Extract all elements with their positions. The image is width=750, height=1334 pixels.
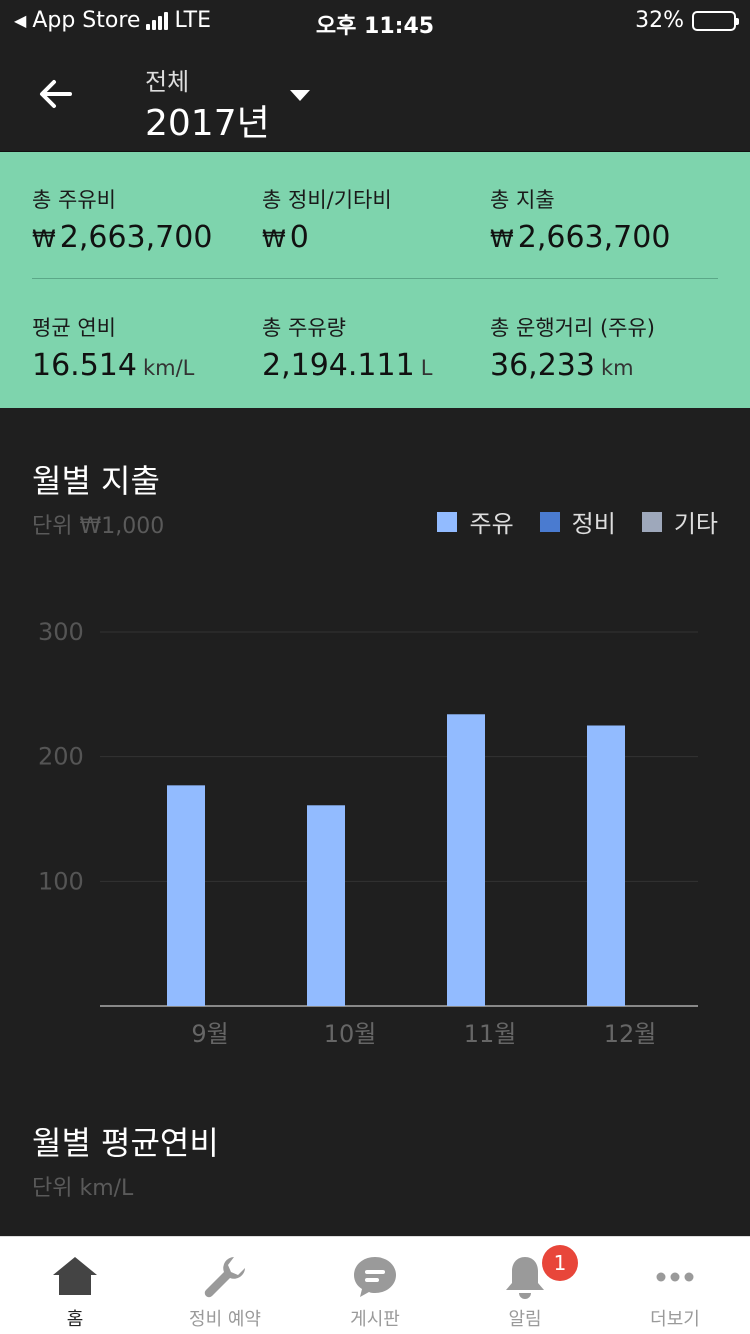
stat-number: 36,233 — [490, 348, 595, 383]
currency-symbol: ₩ — [32, 225, 56, 253]
legend-item-other[interactable]: 기타 — [641, 504, 718, 539]
stat-value: 36,233 km — [490, 348, 655, 383]
x-tick-label: 12월 — [604, 1020, 657, 1048]
bar — [587, 725, 625, 1006]
tab-home[interactable]: 홈 — [0, 1237, 150, 1334]
legend-item-fuel[interactable]: 주유 — [437, 504, 514, 539]
legend-swatch — [641, 511, 662, 532]
stat-value: ₩0 — [262, 220, 392, 255]
stat-unit: km — [600, 356, 634, 380]
bottom-tab-bar: 홈 정비 예약 게시판 1 알림 더보기 — [0, 1236, 750, 1334]
app-header: 전체 2017년 — [0, 42, 750, 152]
filter-label[interactable]: 전체 — [145, 62, 189, 97]
tab-label: 정비 예약 — [189, 1309, 261, 1330]
battery-percent: 32% — [635, 8, 684, 33]
stat-number: 2,663,700 — [59, 220, 213, 255]
tab-board[interactable]: 게시판 — [300, 1237, 450, 1334]
stat-value: ₩2,663,700 — [490, 220, 670, 255]
notification-badge: 1 — [542, 1245, 578, 1281]
stat-total-fuel-amount: 총 주유량 2,194.111 L — [262, 312, 432, 383]
tab-label: 알림 — [508, 1309, 542, 1330]
monthly-efficiency-unit: 단위 km/L — [32, 1176, 134, 1201]
stat-average-efficiency: 평균 연비 16.514 km/L — [32, 312, 194, 383]
stat-total-fuel-cost: 총 주유비 ₩2,663,700 — [32, 184, 212, 255]
chat-bubble-icon — [354, 1257, 396, 1297]
stats-divider — [32, 278, 718, 279]
stat-label: 총 주유비 — [32, 188, 116, 212]
currency-symbol: ₩ — [262, 225, 286, 253]
wrench-icon — [204, 1257, 245, 1298]
status-bar: ◀ App Store LTE 오후 11:45 32% — [0, 0, 750, 42]
year-selector[interactable]: 2017년 — [145, 94, 270, 146]
stat-label: 총 정비/기타비 — [262, 188, 392, 212]
status-right: 32% — [635, 8, 739, 33]
legend-item-maintenance[interactable]: 정비 — [539, 504, 616, 539]
dropdown-caret-icon[interactable] — [290, 90, 310, 101]
back-arrow-icon[interactable] — [36, 74, 76, 114]
stat-unit: L — [420, 356, 433, 380]
legend-label: 기타 — [673, 510, 718, 538]
monthly-expense-chart: 100 200 300 9월 10월 11월 12월 — [38, 618, 698, 1048]
home-icon — [53, 1257, 97, 1295]
tab-maintenance-booking[interactable]: 정비 예약 — [150, 1237, 300, 1334]
stat-number: 2,194.111 — [262, 348, 415, 383]
y-tick-label: 300 — [38, 618, 84, 646]
stat-value: 2,194.111 L — [262, 348, 432, 383]
more-dots-icon — [656, 1272, 694, 1282]
battery-icon — [692, 10, 739, 31]
stat-total-maintenance-cost: 총 정비/기타비 ₩0 — [262, 184, 392, 255]
tab-label: 더보기 — [650, 1309, 700, 1330]
bar — [167, 785, 205, 1006]
stat-label: 총 주유량 — [262, 316, 346, 340]
stat-value: ₩2,663,700 — [32, 220, 212, 255]
y-tick-label: 200 — [38, 743, 84, 771]
stat-number: 2,663,700 — [517, 220, 671, 255]
bar — [447, 714, 485, 1006]
tab-more[interactable]: 더보기 — [600, 1237, 750, 1334]
chart-legend: 주유 정비 기타 — [437, 504, 718, 539]
summary-stats-panel: 총 주유비 ₩2,663,700 총 정비/기타비 ₩0 총 지출 ₩2,663… — [0, 152, 750, 408]
monthly-expense-unit: 단위 ₩1,000 — [32, 514, 165, 539]
x-tick-label: 11월 — [464, 1020, 517, 1048]
monthly-efficiency-title: 월별 평균연비 — [32, 1124, 219, 1162]
x-tick-label: 10월 — [324, 1020, 377, 1048]
stat-value: 16.514 km/L — [32, 348, 194, 383]
stat-total-expense: 총 지출 ₩2,663,700 — [490, 184, 670, 255]
stat-number: 16.514 — [32, 348, 137, 383]
stat-label: 총 지출 — [490, 188, 555, 212]
stat-unit: km/L — [142, 356, 195, 380]
y-tick-label: 100 — [38, 867, 84, 895]
stat-label: 총 운행거리 (주유) — [490, 316, 655, 340]
legend-swatch — [437, 511, 458, 532]
legend-label: 주유 — [469, 510, 514, 538]
stat-label: 평균 연비 — [32, 316, 116, 340]
x-tick-label: 9월 — [191, 1020, 228, 1048]
bar — [307, 805, 345, 1006]
tab-label: 홈 — [66, 1309, 84, 1330]
currency-symbol: ₩ — [490, 225, 514, 253]
stat-number: 0 — [289, 220, 309, 255]
legend-label: 정비 — [571, 510, 616, 538]
tab-notifications[interactable]: 1 알림 — [450, 1237, 600, 1334]
legend-swatch — [539, 511, 560, 532]
monthly-expense-title: 월별 지출 — [32, 462, 160, 500]
tab-label: 게시판 — [350, 1309, 400, 1330]
stat-total-distance: 총 운행거리 (주유) 36,233 km — [490, 312, 655, 383]
